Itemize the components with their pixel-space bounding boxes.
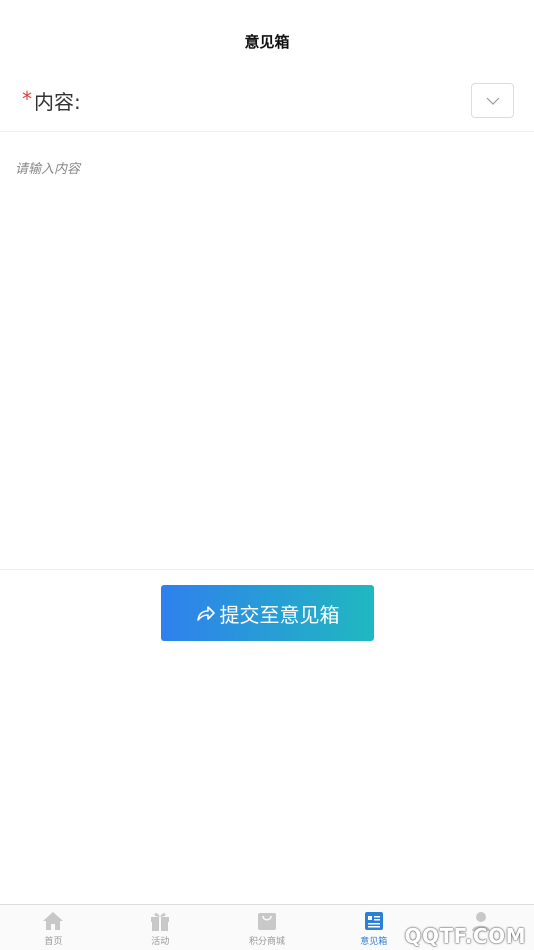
shopping-bag-icon [257, 910, 277, 932]
content-label: 内容: [34, 90, 81, 114]
watermark: QQTF.COM [404, 924, 526, 948]
submit-button[interactable]: 提交至意见箱 [161, 585, 374, 641]
suggestion-box-icon [364, 910, 384, 932]
gift-icon [149, 910, 171, 932]
category-dropdown-button[interactable] [471, 83, 514, 118]
tab-suggestion-box-label: 意见箱 [360, 937, 388, 947]
content-input[interactable] [0, 132, 534, 569]
share-arrow-icon [196, 604, 216, 622]
tab-points-mall[interactable]: 积分商城 [214, 905, 321, 950]
page-header: 意见箱 [0, 0, 534, 70]
content-field-row: * 内容: [0, 70, 534, 132]
submit-label: 提交至意见箱 [219, 602, 340, 627]
tab-activity-label: 活动 [151, 937, 170, 947]
home-icon [42, 910, 64, 932]
tab-home-label: 首页 [44, 937, 63, 947]
tab-home[interactable]: 首页 [0, 905, 107, 950]
chevron-down-icon [486, 97, 499, 105]
tab-activity[interactable]: 活动 [107, 905, 214, 950]
content-input-area [0, 132, 534, 570]
required-marker: * [22, 86, 32, 111]
tab-points-mall-label: 积分商城 [248, 937, 285, 947]
page-title: 意见箱 [244, 32, 290, 51]
